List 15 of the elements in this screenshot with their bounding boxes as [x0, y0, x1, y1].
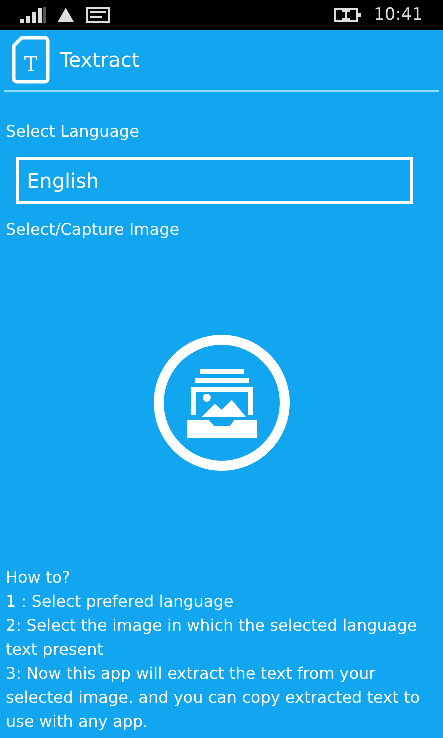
image-label: Select/Capture Image: [5, 220, 181, 239]
clock-time: 10:41: [374, 5, 423, 25]
document-logo-icon: T: [12, 36, 50, 84]
instruction-text: 2: Select the image in which the selected language text present: [6, 615, 418, 661]
language-dropdown[interactable]: English: [16, 157, 413, 204]
instruction-text: 1 : Select prefered language: [6, 591, 235, 613]
language-label: Select Language: [5, 122, 140, 141]
image-gallery-button-icon[interactable]: [152, 332, 292, 472]
battery-charging-icon: [334, 7, 362, 23]
triangle-icon: [58, 8, 74, 22]
instruction-text: How to?: [6, 567, 72, 589]
signal-icon: [20, 7, 46, 23]
message-icon: [86, 7, 110, 23]
instruction-text: 3: Now this app will extract the text from your selected image. and you can copy extracted text to use with any app.: [6, 663, 421, 733]
app-title: Textract: [60, 48, 140, 72]
